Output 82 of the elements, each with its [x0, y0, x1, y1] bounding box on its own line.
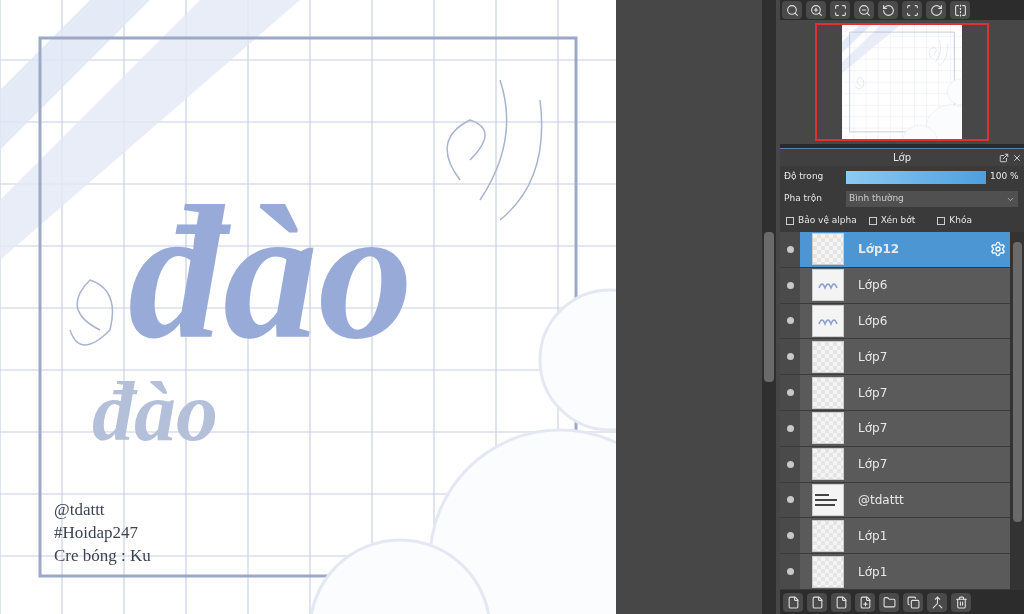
layer-thumbnail: [812, 340, 844, 373]
navigator-viewport[interactable]: [815, 23, 989, 141]
layer-row[interactable]: Lớp7: [780, 375, 1010, 411]
layer-name: Lớp7: [858, 348, 889, 366]
credit-text: #Hoidap247: [54, 522, 140, 544]
option-checkbox[interactable]: Xén bớt: [868, 214, 916, 228]
settings-icon[interactable]: [990, 241, 1006, 258]
new-page-button[interactable]: [831, 592, 851, 612]
blend-dropdown[interactable]: Bình thường: [846, 191, 1018, 207]
drawing-canvas[interactable]: đào đào @tdattt #Hoidap247 Cre bóng : Ku: [0, 0, 616, 614]
zoom-reset-button[interactable]: [782, 1, 802, 19]
rotate-left-button[interactable]: [878, 1, 898, 19]
opacity-label: Độ trong: [784, 170, 825, 184]
credit-text: @tdattt: [54, 499, 106, 521]
layer-row[interactable]: @tdattt: [780, 482, 1010, 519]
layer-row[interactable]: Lớp7: [780, 339, 1010, 376]
fit-screen-icon: [833, 3, 847, 17]
flip-icon: [953, 3, 967, 17]
layer-name: Lớp6: [858, 313, 889, 330]
delete-button[interactable]: [951, 592, 971, 612]
detach-icon[interactable]: [999, 152, 1009, 163]
close-icon[interactable]: [1012, 152, 1022, 163]
layer-name: Lớp7: [858, 456, 889, 474]
scrollbar-thumb[interactable]: [764, 232, 774, 382]
layer-name: Lớp6: [858, 277, 889, 295]
credit-text: Cre bóng : Ku: [54, 545, 151, 567]
option-checkbox[interactable]: Bảo vệ alpha: [786, 214, 857, 228]
folder-icon: [882, 595, 896, 609]
zoom-reset-icon: [785, 3, 799, 17]
layer-row[interactable]: Lớp1: [780, 554, 1010, 590]
new-page-icon: [834, 595, 848, 609]
scrollbar-thumb[interactable]: [1012, 242, 1022, 522]
lettering-thumbnail-icon: [817, 280, 839, 291]
layer-thumbnail: [812, 448, 844, 481]
layer-thumbnail: [812, 376, 844, 409]
delete-icon: [954, 595, 968, 609]
zoom-in-button[interactable]: [806, 1, 826, 19]
new-page-button[interactable]: [807, 592, 827, 612]
rotate-right-icon: [929, 3, 943, 17]
scrollbar[interactable]: [762, 0, 776, 614]
layer-thumbnail: [812, 412, 844, 445]
layer-row[interactable]: Lớp6: [780, 303, 1010, 340]
layer-thumbnail: [812, 555, 844, 588]
layer-name: Lớp7: [858, 420, 889, 438]
layer-thumbnail: [812, 519, 844, 552]
new-page-icon: [810, 595, 824, 609]
frame-icon: [905, 3, 919, 17]
layer-row[interactable]: Lớp7: [780, 411, 1010, 447]
duplicate-icon: [906, 595, 920, 609]
add-layer-icon: [858, 595, 872, 609]
frame-button[interactable]: [902, 1, 922, 19]
layer-name: Lớp7: [858, 384, 889, 402]
option-checkbox[interactable]: Khóa: [937, 214, 972, 228]
opacity-slider[interactable]: [846, 170, 986, 184]
fit-screen-button[interactable]: [830, 1, 850, 19]
faint-lettering: đào: [92, 370, 218, 454]
lettering-thumbnail-icon: [817, 316, 839, 326]
zoom-out-icon: [857, 3, 871, 17]
layer-thumbnail: [812, 233, 844, 266]
panel-title: Lớp: [892, 151, 911, 165]
duplicate-button[interactable]: [903, 592, 923, 612]
zoom-in-icon: [809, 3, 823, 17]
rotate-left-icon: [881, 3, 895, 17]
new-layer-icon: [786, 595, 800, 609]
layer-row[interactable]: Lớp7: [780, 446, 1010, 483]
layer-name: @tdattt: [858, 491, 905, 509]
blend-label: Pha trộn: [784, 192, 823, 206]
flip-button[interactable]: [950, 1, 970, 19]
zoom-out-button[interactable]: [854, 1, 874, 19]
merge-button[interactable]: [927, 592, 947, 612]
layer-row[interactable]: Lớp1: [780, 518, 1010, 555]
add-layer-button[interactable]: [855, 592, 875, 612]
layer-row[interactable]: Lớp6: [780, 267, 1010, 304]
layer-name: Lớp12: [858, 241, 901, 259]
layer-name: Lớp1: [858, 563, 889, 581]
lettering: đào: [128, 178, 413, 368]
opacity-reading: 100 %: [990, 170, 1019, 184]
merge-icon: [930, 595, 944, 609]
layer-name: Lớp1: [858, 527, 889, 545]
rotate-right-button[interactable]: [926, 1, 946, 19]
folder-button[interactable]: [879, 592, 899, 612]
new-layer-button[interactable]: [783, 592, 803, 612]
